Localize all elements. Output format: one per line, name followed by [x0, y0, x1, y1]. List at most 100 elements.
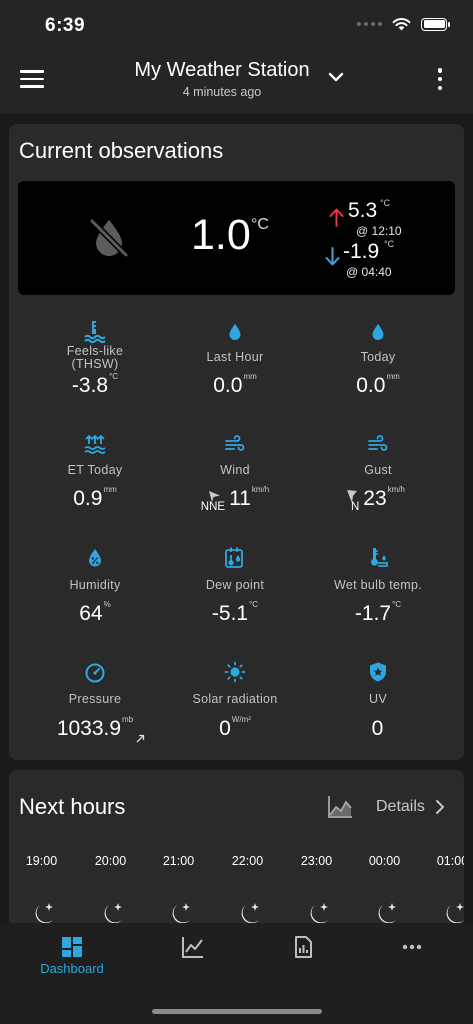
value-unit: °C: [109, 372, 119, 381]
station-selector[interactable]: My Weather Station 4 minutes ago: [130, 59, 314, 99]
hour-label: 22:00: [231, 854, 264, 868]
high-temperature-unit: °C: [380, 198, 391, 208]
value-text: -1.7: [354, 602, 392, 625]
tab-charts[interactable]: [134, 923, 252, 993]
value-text: 0.9: [73, 487, 103, 510]
app-bar: My Weather Station 4 minutes ago: [0, 52, 473, 114]
current-observations-card: Current observations 1.0 °C 5.3 °C @ 12:…: [9, 124, 464, 760]
metric-value: 0.0mm: [302, 372, 454, 398]
tab-bar: Dashboard: [0, 923, 473, 1024]
more-options-button[interactable]: [434, 68, 446, 90]
report-icon: [295, 936, 312, 958]
metric-value: NNE 11km/h: [159, 485, 311, 513]
value-unit: km/h: [387, 485, 405, 494]
value-text: 0: [371, 717, 384, 740]
value-text: 0: [219, 717, 231, 740]
low-temperature-time: @ 04:40: [346, 265, 392, 279]
evaporation-icon: [84, 434, 106, 454]
hour-label: 19:00: [25, 854, 58, 868]
tab-reports[interactable]: [244, 923, 362, 993]
gauge-icon: [85, 663, 105, 683]
moon-stars-icon: [310, 903, 328, 924]
tab-more[interactable]: [353, 923, 471, 993]
moon-stars-icon: [378, 903, 396, 924]
value-text: -5.1: [211, 602, 249, 625]
hourly-forecast-row[interactable]: 19:00 20:00 21:00 22:00 23:00 00:00 01:0…: [9, 854, 464, 924]
value-text: 64: [79, 602, 103, 625]
value-unit: mm: [386, 372, 400, 381]
dashboard-icon: [62, 937, 82, 957]
metric-value: -5.1°C: [159, 600, 311, 626]
trend-up-icon: [136, 734, 145, 743]
metric-label: Solar radiation: [192, 692, 278, 706]
metric-value: 0.9mm: [19, 485, 171, 511]
value-unit: %: [103, 600, 111, 609]
moon-stars-icon: [104, 903, 122, 924]
chevron-right-icon[interactable]: [435, 799, 445, 815]
drop-icon: [229, 324, 241, 340]
metric-label: ET Today: [67, 463, 123, 477]
home-indicator: [152, 1009, 322, 1014]
hour-label: 01:00: [436, 854, 464, 868]
dew-point-icon: [225, 547, 243, 568]
section-title: Current observations: [19, 138, 224, 163]
hour-label: 23:00: [300, 854, 333, 868]
metric-value: N 23km/h: [302, 485, 454, 513]
last-updated: 4 minutes ago: [182, 85, 262, 99]
metric-label: Feels-like (THSW): [19, 345, 171, 371]
metric-value: 0.0mm: [159, 372, 311, 398]
hour-label: 20:00: [94, 854, 127, 868]
wind-icon: [368, 435, 388, 451]
section-title: Next hours: [19, 794, 126, 819]
chart-icon[interactable]: [327, 795, 353, 819]
low-temperature: -1.9: [343, 240, 380, 263]
next-hours-card: Next hours Details 19:00 20:00 21:00 22:…: [9, 770, 464, 930]
arrow-up-icon: [329, 208, 344, 227]
metric-label: Wind: [220, 463, 250, 477]
station-name: My Weather Station: [134, 59, 310, 81]
status-bar: 6:39: [0, 0, 473, 52]
value-unit: mb: [122, 715, 134, 724]
value-unit: km/h: [251, 485, 270, 494]
more-icon: [402, 944, 422, 950]
metric-value: 0: [302, 717, 454, 741]
moon-stars-icon: [446, 903, 464, 924]
shield-star-icon: [370, 662, 386, 682]
metric-label-line2: (THSW): [71, 357, 119, 371]
hour-label: 21:00: [162, 854, 195, 868]
sun-icon: [224, 661, 246, 683]
tab-dashboard[interactable]: Dashboard: [13, 923, 131, 993]
tab-label: Dashboard: [40, 961, 104, 976]
arrow-down-icon: [325, 247, 340, 266]
value-unit: °C: [392, 600, 402, 609]
high-temperature: 5.3: [348, 199, 378, 222]
metric-label: Gust: [364, 463, 392, 477]
value-unit: mm: [103, 485, 117, 494]
moon-stars-icon: [172, 903, 190, 924]
cellular-signal-icon: [357, 22, 382, 26]
details-link[interactable]: Details: [376, 798, 425, 816]
hour-label: 00:00: [368, 854, 401, 868]
value-unit: °C: [249, 600, 259, 609]
metric-label: Dew point: [205, 578, 265, 592]
wet-bulb-icon: [371, 548, 388, 567]
high-temperature-time: @ 12:10: [356, 224, 402, 238]
wind-direction: N: [350, 501, 360, 513]
chevron-down-icon[interactable]: [326, 70, 346, 86]
low-temperature-unit: °C: [384, 239, 395, 249]
wifi-icon: [392, 18, 411, 31]
metric-label: Today: [360, 350, 396, 364]
temperature-summary: 1.0 °C 5.3 °C @ 12:10 -1.9 °C @ 04:40: [18, 181, 455, 295]
moon-stars-icon: [35, 903, 53, 924]
value-text: 0.0: [356, 374, 386, 397]
current-temperature: 1.0: [191, 211, 251, 259]
temperature-unit: °C: [251, 216, 269, 233]
value-unit: mm: [243, 372, 257, 381]
wind-direction: NNE: [200, 501, 226, 513]
metric-value: 64%: [19, 600, 171, 626]
value-text: 11: [229, 487, 251, 510]
value-text: 1033.9: [56, 717, 122, 740]
metric-value: 1033.9mb: [19, 715, 171, 741]
menu-button[interactable]: [20, 70, 44, 88]
value-text: -3.8: [71, 374, 109, 397]
